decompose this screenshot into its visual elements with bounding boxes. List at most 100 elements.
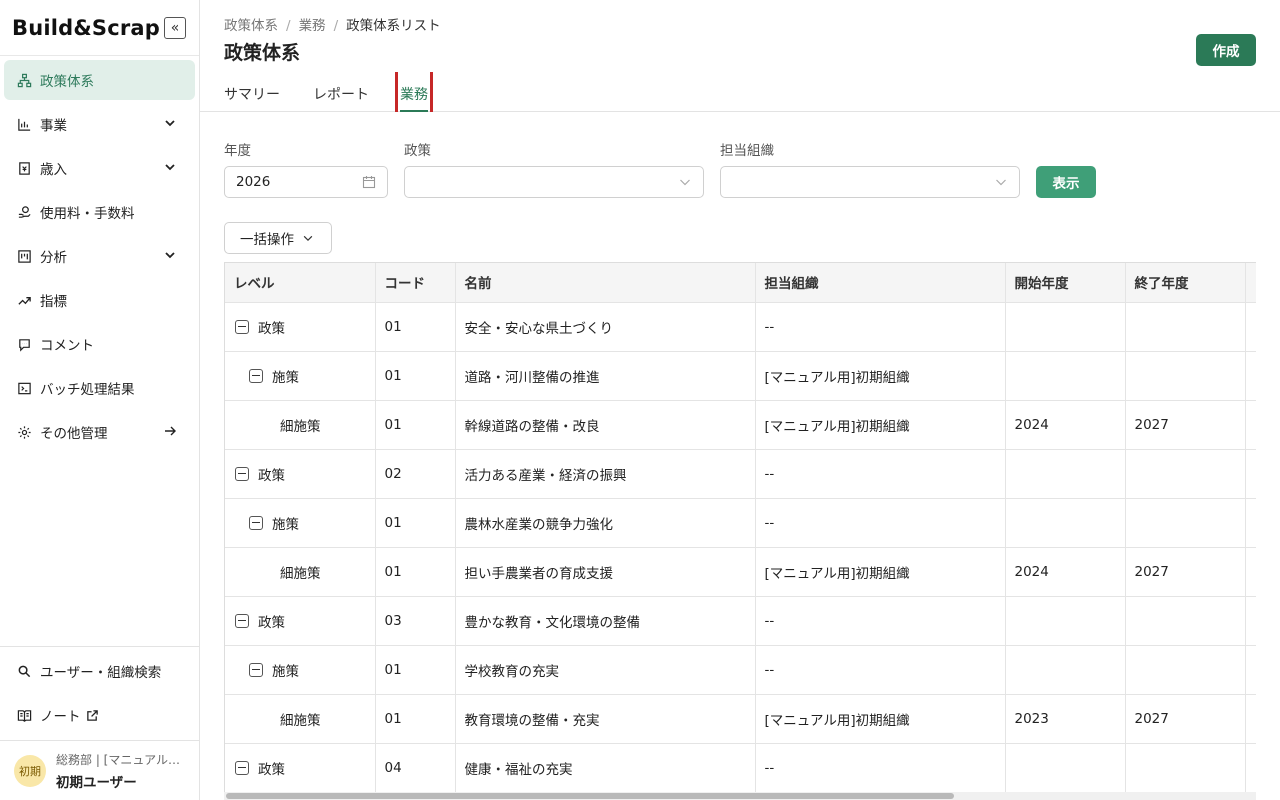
tab-report[interactable]: レポート	[313, 72, 369, 112]
table-row[interactable]: 施策 01 農林水産業の競争力強化 --	[225, 498, 1256, 548]
cell-level: 政策	[225, 596, 376, 646]
hierarchy-icon	[16, 72, 32, 88]
table-row[interactable]: 政策 03 豊かな教育・文化環境の整備 --	[225, 596, 1256, 646]
sidebar-item-indicators[interactable]: 指標	[4, 280, 195, 320]
collapse-toggle-icon[interactable]	[235, 319, 249, 334]
org-label: 担当組織	[720, 143, 774, 159]
collapse-toggle-icon[interactable]	[235, 466, 249, 481]
cell-start-year: 2024	[1005, 400, 1126, 450]
cell-start-year	[1005, 743, 1126, 793]
main-content: 政策体系 / 業務 / 政策体系リスト 政策体系 作成 サマリー レポート 業務 年度 …	[200, 0, 1280, 800]
level-label: 政策	[258, 467, 285, 484]
app-logo[interactable]: Build&Scrap	[12, 16, 160, 40]
cell-level: 施策	[225, 498, 376, 548]
sidebar-item-revenue[interactable]: 歳入	[4, 148, 195, 188]
bulk-action-button[interactable]: 一括操作	[224, 222, 332, 254]
collapse-toggle-icon[interactable]	[249, 515, 263, 530]
column-header-start-year[interactable]: 開始年度	[1005, 263, 1126, 303]
table-row[interactable]: 細施策 01 幹線道路の整備・改良 [マニュアル用]初期組織 2024 2027	[225, 400, 1256, 450]
cell-end-year	[1125, 449, 1246, 499]
sidebar-item-label: 歳入	[40, 162, 67, 178]
table-row[interactable]: 施策 01 道路・河川整備の推進 [マニュアル用]初期組織	[225, 351, 1256, 401]
chat-icon	[16, 336, 32, 352]
table-row[interactable]: 施策 01 学校教育の充実 --	[225, 645, 1256, 695]
column-header-org[interactable]: 担当組織	[755, 263, 1006, 303]
sidebar-item-label: コメント	[40, 338, 94, 354]
sidebar-item-policy-system[interactable]: 政策体系	[4, 60, 195, 100]
column-header-name[interactable]: 名前	[455, 263, 756, 303]
sidebar-item-label: 政策体系	[40, 74, 94, 90]
cell-code: 02	[375, 449, 456, 499]
table-row[interactable]: 政策 04 健康・福祉の充実 --	[225, 743, 1256, 793]
chevron-down-icon[interactable]	[163, 116, 177, 130]
arrow-right-icon[interactable]	[163, 424, 177, 438]
sidebar-item-projects[interactable]: 事業	[4, 104, 195, 144]
sidebar-item-notes[interactable]: ノート	[4, 695, 195, 735]
sidebar-item-fees[interactable]: 使用料・手数料	[4, 192, 195, 232]
level-wrapper: 政策	[234, 611, 374, 631]
sidebar-item-analysis[interactable]: 分析	[4, 236, 195, 276]
chevron-down-icon	[996, 179, 1006, 186]
chevron-down-icon[interactable]	[163, 160, 177, 174]
tab-summary[interactable]: サマリー	[224, 72, 280, 112]
cell-org: --	[755, 743, 1006, 793]
year-input[interactable]: 2026	[224, 166, 388, 198]
level-label: 施策	[272, 369, 299, 386]
sidebar-item-comments[interactable]: コメント	[4, 324, 195, 364]
collapse-toggle-icon[interactable]	[235, 760, 249, 775]
cell-start-year	[1005, 498, 1126, 548]
cell-org: --	[755, 645, 1006, 695]
cell-start-year	[1005, 645, 1126, 695]
calendar-icon[interactable]	[362, 175, 376, 189]
policy-select[interactable]	[404, 166, 704, 198]
show-button[interactable]: 表示	[1036, 166, 1096, 198]
table-row[interactable]: 政策 01 安全・安心な県土づくり --	[225, 302, 1256, 352]
cell-org: --	[755, 302, 1006, 352]
main-nav: 政策体系 事業 歳入 使用料・手数料 分析 指標 コメント バッチ処理結果 その…	[0, 56, 199, 460]
sidebar-item-batch-results[interactable]: バッチ処理結果	[4, 368, 195, 408]
trend-icon	[16, 292, 32, 308]
search-icon	[16, 663, 32, 679]
horizontal-scrollbar[interactable]	[224, 792, 1256, 800]
cell-code: 01	[375, 547, 456, 597]
table-row[interactable]: 細施策 01 教育環境の整備・充実 [マニュアル用]初期組織 2023 2027	[225, 694, 1256, 744]
sidebar-item-label: 使用料・手数料	[40, 206, 135, 222]
cell-level: 政策	[225, 449, 376, 499]
collapse-toggle-icon[interactable]	[235, 613, 249, 628]
column-header-end-year[interactable]: 終了年度	[1125, 263, 1246, 303]
cell-code: 01	[375, 351, 456, 401]
sidebar-item-other-admin[interactable]: その他管理	[4, 412, 195, 452]
cell-code: 01	[375, 645, 456, 695]
user-profile[interactable]: 初期 総務部 | [マニュアル… 初期ユーザー	[0, 740, 199, 800]
table-row[interactable]: 細施策 01 担い手農業者の育成支援 [マニュアル用]初期組織 2024 2027	[225, 547, 1256, 597]
org-select[interactable]	[720, 166, 1020, 198]
cell-code: 01	[375, 302, 456, 352]
user-name: 初期ユーザー	[56, 774, 137, 791]
table-row[interactable]: 政策 02 活力ある産業・経済の振興 --	[225, 449, 1256, 499]
level-label: 施策	[272, 516, 299, 533]
cell-level: 施策	[225, 645, 376, 695]
tab-operations[interactable]: 業務	[395, 72, 433, 112]
cell-level: 政策	[225, 743, 376, 793]
breadcrumb-item[interactable]: 政策体系	[224, 18, 278, 34]
level-wrapper: 細施策	[234, 709, 374, 729]
cell-truncated	[1245, 547, 1256, 597]
cell-org: --	[755, 449, 1006, 499]
cell-code: 04	[375, 743, 456, 793]
column-header-level[interactable]: レベル	[225, 263, 376, 303]
collapse-sidebar-button[interactable]: «	[164, 17, 186, 39]
receipt-icon	[16, 160, 32, 176]
cell-truncated	[1245, 596, 1256, 646]
chevron-down-icon[interactable]	[163, 248, 177, 262]
collapse-toggle-icon[interactable]	[249, 662, 263, 677]
column-header-truncated[interactable]	[1245, 263, 1256, 303]
scrollbar-thumb[interactable]	[226, 793, 954, 799]
collapse-toggle-icon[interactable]	[249, 368, 263, 383]
breadcrumb-item[interactable]: 業務	[299, 18, 326, 34]
coin-hand-icon	[16, 204, 32, 220]
sidebar-item-user-search[interactable]: ユーザー・組織検索	[4, 651, 195, 691]
level-label: 政策	[258, 761, 285, 778]
column-header-code[interactable]: コード	[375, 263, 456, 303]
create-button[interactable]: 作成	[1196, 34, 1256, 66]
user-info: 総務部 | [マニュアル… 初期ユーザー	[56, 751, 180, 791]
